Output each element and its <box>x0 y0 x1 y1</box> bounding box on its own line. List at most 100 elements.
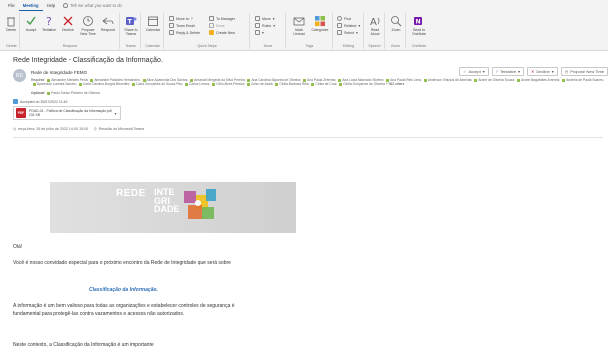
more-icon <box>255 30 260 35</box>
presence-icon <box>47 91 51 95</box>
categorize-button[interactable]: Categorize <box>310 15 330 32</box>
banner-word-integridade: INTE GRI DADE <box>154 187 180 214</box>
attachment-card[interactable]: PDF POAD-01 - Política de Classificação … <box>13 106 121 120</box>
checkmark-icon: ✓ <box>463 69 467 74</box>
quick-step-move-to[interactable]: Move to: ? <box>169 16 193 21</box>
required-attendee-name[interactable]: Cintia Gonçalves de Oliveira <box>343 82 385 86</box>
arrow-right-icon <box>209 16 214 21</box>
send-to-onenote-button[interactable]: N Send to OneNote <box>409 15 429 36</box>
group-quick-steps: Move to: ? Team Email Reply & Delete To … <box>165 13 250 49</box>
pdf-icon: PDF <box>16 108 26 118</box>
question-mark-icon: ? <box>46 15 52 27</box>
find-button[interactable]: Find <box>337 16 351 21</box>
group-label-calendar: Calendar <box>145 44 160 48</box>
accept-response-button[interactable]: ✓ Accept ▾ <box>459 67 489 76</box>
move-button[interactable]: Move ▾ <box>255 16 275 21</box>
svg-text:N: N <box>416 19 421 26</box>
group-teams: T Share to Teams Teams <box>121 13 141 49</box>
required-attendee-name[interactable]: André de Oliveira Souza; <box>478 78 515 82</box>
group-label-delete: Delete <box>6 44 17 48</box>
read-aloud-button[interactable]: A Read Aloud <box>367 15 383 36</box>
required-attendee-name[interactable]: Anderson Vinicius de Almeida; <box>428 78 472 82</box>
required-more-link[interactable]: + 962 others <box>386 82 404 86</box>
propose-new-time-button[interactable]: Propose New Time <box>78 15 98 36</box>
group-label-tags: Tags <box>305 44 314 48</box>
group-label-editing: Editing <box>343 44 354 48</box>
respond-button[interactable]: Respond <box>99 15 117 32</box>
group-onenote: N Send to OneNote OneNote <box>407 13 431 49</box>
related-button[interactable]: Related ▾ <box>337 23 360 28</box>
presence-icon <box>33 82 36 86</box>
presence-icon <box>184 82 188 86</box>
rede-integridade-banner: REDE INTE GRI DADE <box>50 182 296 233</box>
accept-button[interactable]: Accept <box>23 15 39 32</box>
required-attendee-name[interactable]: Carlos Lemos; <box>189 82 210 86</box>
check-small-icon <box>209 23 214 28</box>
body-paragraph-3: Neste contexto, a Classificação da Infor… <box>13 342 154 348</box>
ribbon: Delete Delete Accept ? Tentative Decline… <box>0 11 608 51</box>
tab-help[interactable]: Help <box>43 0 60 11</box>
close-icon <box>63 16 73 26</box>
tab-meeting[interactable]: Meeting <box>18 0 43 11</box>
quick-step-to-manager[interactable]: To Manager <box>209 16 235 21</box>
optional-attendees: Optional Paulo Sonso Pinheiro de Oliveir… <box>31 91 100 95</box>
reply-icon <box>102 17 114 25</box>
teams-icon: T <box>126 17 137 26</box>
chevron-down-icon[interactable]: ▾ <box>115 111 117 116</box>
rules-button[interactable]: Rules ▾ <box>255 23 275 28</box>
magnifier-icon <box>391 16 402 27</box>
tell-me-search[interactable]: Tell me what you want to do <box>63 3 122 8</box>
more-move-button[interactable]: ▾ <box>255 30 264 35</box>
zoom-button[interactable]: Zoom <box>388 15 404 32</box>
share-to-teams-button[interactable]: T Share to Teams <box>123 15 139 36</box>
required-attendee-name[interactable]: Carla Gonçalves de Souza Pita; <box>136 82 183 86</box>
rules-icon <box>255 23 260 28</box>
envelope-icon <box>293 17 305 26</box>
sender-name[interactable]: Rede de Integridade FEMG <box>31 70 87 75</box>
decline-response-button[interactable]: ✕ Decline ▾ <box>526 67 558 76</box>
mark-unread-button[interactable]: Mark Unread <box>289 15 309 36</box>
search-icon <box>337 16 342 21</box>
propose-new-time-response-button[interactable]: ◷ Propose New Time <box>560 67 608 76</box>
group-label-teams: Teams <box>125 44 136 48</box>
banner-illustration <box>184 189 216 219</box>
meeting-response-bar: ✓ Accept ▾ ? Tentative ▾ ✕ Decline ▾ ◷ Propose … <box>459 67 608 76</box>
required-attendee-name[interactable]: Celso de Assis; <box>251 82 274 86</box>
meeting-datetime: terça-feira, 26 de julho de 2022 14:00-1… <box>18 127 89 131</box>
group-respond: Accept ? Tentative Decline Propose New T… <box>21 13 120 49</box>
svg-text:A: A <box>370 17 377 27</box>
body-paragraph-2: A informação é um bem valioso para todas… <box>13 303 235 317</box>
required-attendee-name[interactable]: André Magalhães Arrenrio; <box>521 78 560 82</box>
sender-avatar[interactable]: RD <box>13 69 26 82</box>
decline-button[interactable]: Decline <box>59 15 77 32</box>
select-button[interactable]: Select ▾ <box>337 30 358 35</box>
quick-step-reply-delete[interactable]: Reply & Delete <box>169 30 200 35</box>
body-paragraph-1: Você é nosso convidado especial para o p… <box>13 260 231 266</box>
tentative-response-button[interactable]: ? Tentative ▾ <box>491 67 524 76</box>
presence-icon <box>303 78 307 82</box>
tentative-button[interactable]: ? Tentative <box>39 15 59 32</box>
required-attendee-name[interactable]: Cintia Barbosa Reis; <box>279 82 309 86</box>
calendar-button[interactable]: Calendar <box>145 15 161 32</box>
required-attendees: Required Alexandre Mendes Pena; Alexandre… <box>31 78 606 87</box>
group-label-respond: Respond <box>62 44 78 48</box>
group-move: Move ▾ Rules ▾ ▾ Move <box>251 13 286 49</box>
message-subject: Rede Integridade - Classificação da Info… <box>13 57 163 64</box>
header-divider <box>13 137 603 138</box>
lightbulb-icon <box>63 3 69 8</box>
delete-button[interactable]: Delete <box>5 15 17 32</box>
required-attendee-name[interactable]: Aparecido Lucinéa Sandro; <box>37 82 77 86</box>
quick-step-team-email[interactable]: Team Email <box>169 23 195 28</box>
tab-file[interactable]: File <box>4 0 19 11</box>
optional-attendee-name[interactable]: Paulo Sonso Pinheiro de Oliveira <box>51 91 99 95</box>
accepted-status: Accepted on 25/07/2022 11:49 <box>13 99 67 104</box>
quick-step-create-new[interactable]: Create New <box>209 30 235 35</box>
checkmark-icon <box>26 16 36 26</box>
svg-text:?: ? <box>46 15 52 27</box>
group-label-speech: Speech <box>368 44 381 48</box>
required-attendee-name[interactable]: Célio Alves Pereira; <box>216 82 245 86</box>
required-attendee-name[interactable]: Andreia de Paula Suares; <box>566 78 604 82</box>
required-attendee-name[interactable]: Carla Carolina Burgos Benedito; <box>83 82 130 86</box>
quick-step-done[interactable]: Done <box>209 23 225 28</box>
required-attendee-name[interactable]: Cintia de Cruz; <box>315 82 337 86</box>
